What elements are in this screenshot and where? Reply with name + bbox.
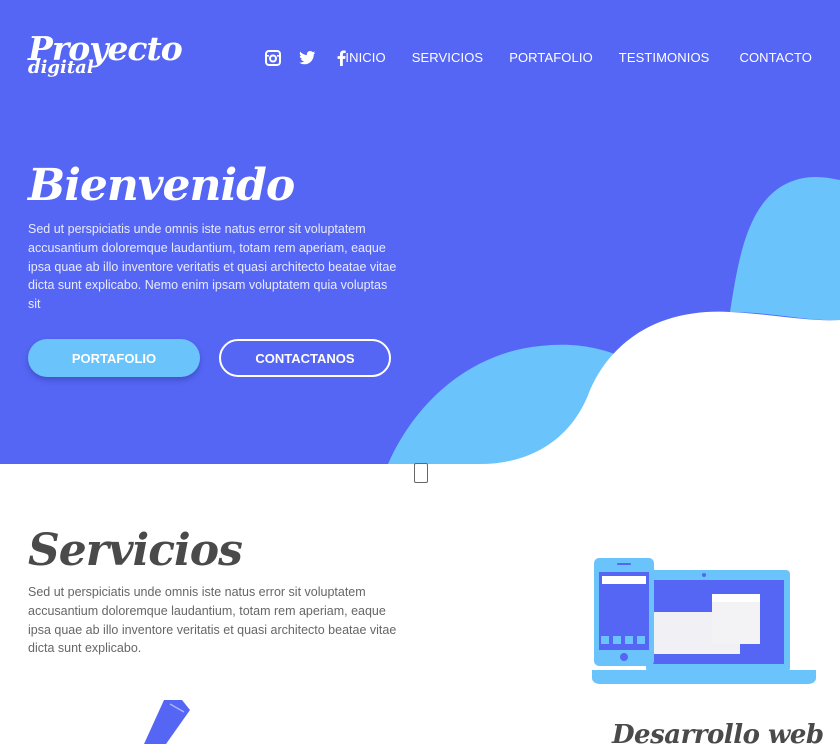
instagram-icon[interactable] [264, 48, 282, 68]
social-links [264, 48, 350, 68]
portafolio-button[interactable]: PORTAFOLIO [28, 339, 200, 377]
services-title: Servicios [28, 525, 243, 576]
nav-inicio[interactable]: INICIO [345, 50, 385, 65]
devices-illustration [592, 558, 816, 684]
services-description: Sed ut perspiciatis unde omnis iste natu… [28, 585, 397, 656]
service-web-development-title: Desarrollo web [612, 720, 824, 744]
twitter-icon[interactable] [298, 48, 316, 68]
hero-section: Proyecto digital INICIO SERVICIOS PORTAF… [0, 0, 840, 464]
contactanos-button[interactable]: CONTACTANOS [219, 339, 391, 377]
main-nav: INICIO SERVICIOS PORTAFOLIO TESTIMONIOS … [345, 50, 812, 65]
brand-logo[interactable]: Proyecto digital [28, 32, 183, 77]
pencil-icon [144, 700, 190, 744]
nav-contacto[interactable]: CONTACTO [739, 50, 812, 65]
hero-title: Bienvenido [28, 160, 295, 211]
hero-description: Sed ut perspiciatis unde omnis iste natu… [28, 222, 397, 312]
nav-servicios[interactable]: SERVICIOS [412, 50, 483, 65]
nav-portafolio[interactable]: PORTAFOLIO [509, 50, 593, 65]
nav-testimonios[interactable]: TESTIMONIOS [619, 50, 710, 65]
scroll-down-icon[interactable] [414, 463, 428, 483]
